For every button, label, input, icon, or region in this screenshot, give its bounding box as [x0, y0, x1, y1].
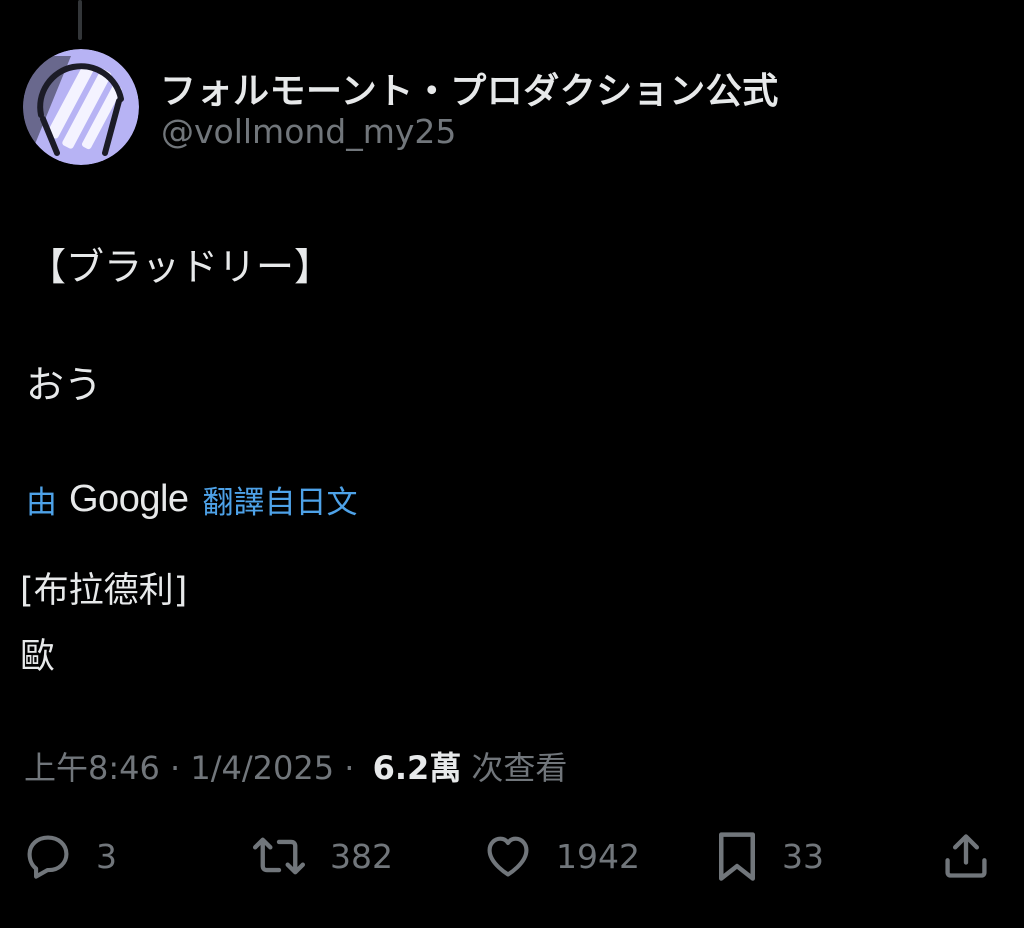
- retweet-count: 382: [330, 836, 393, 876]
- translated-text-line-2: 歐: [20, 637, 56, 677]
- tweet-time[interactable]: 上午8:46: [24, 743, 160, 789]
- tweet-text-line-1: 【ブラッドリー】: [28, 245, 333, 289]
- tweet-meta: 上午8:46 · 1/4/2025 · 6.2萬 次查看: [24, 743, 567, 789]
- bookmark-button[interactable]: 33: [714, 828, 824, 884]
- google-logo-text: Google: [69, 477, 189, 520]
- share-icon: [945, 834, 987, 878]
- like-button[interactable]: 1942: [482, 828, 640, 884]
- thread-connector-line: [78, 0, 82, 40]
- views-count: 6.2萬: [372, 749, 462, 787]
- reply-icon: [27, 835, 69, 879]
- retweet-button[interactable]: 382: [250, 828, 393, 884]
- reply-count: 3: [96, 836, 117, 876]
- bookmark-icon: [719, 832, 755, 881]
- author-handle[interactable]: @vollmond_my25: [161, 112, 456, 151]
- tweet-date[interactable]: 1/4/2025: [190, 749, 334, 787]
- translation-source-link[interactable]: 翻譯自日文: [203, 477, 358, 522]
- translation-by-label: 由: [26, 484, 57, 521]
- like-count: 1942: [556, 836, 640, 876]
- meta-separator: ·: [159, 749, 191, 787]
- tweet-text-line-2: おう: [26, 363, 103, 407]
- reply-button[interactable]: 3: [22, 828, 117, 884]
- heart-icon: [487, 836, 529, 877]
- retweet-icon: [253, 837, 306, 875]
- author-avatar[interactable]: [23, 49, 139, 165]
- translation-attribution[interactable]: 由 Google 翻譯自日文: [26, 474, 358, 524]
- share-button[interactable]: [940, 828, 992, 884]
- vollmond-logo-icon: [23, 49, 139, 165]
- views-label: 次查看: [471, 749, 568, 787]
- author-display-name[interactable]: フォルモーント・プロダクション公式: [160, 62, 779, 114]
- bookmark-count: 33: [782, 836, 824, 876]
- translated-text-line-1: [布拉德利]: [20, 571, 188, 611]
- meta-separator: ·: [334, 749, 365, 787]
